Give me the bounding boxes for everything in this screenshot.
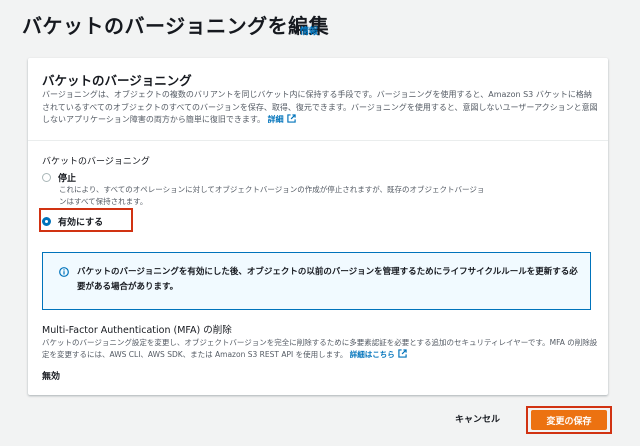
mfa-description: バケットのバージョニング設定を変更し、オブジェクトバージョンを完全に削除するため… [42, 337, 598, 361]
radio-option-suspend[interactable]: 停止 [42, 171, 76, 184]
radio-suspend-description: これにより、すべてのオペレーションに対してオブジェクトバージョンの作成が停止され… [59, 185, 485, 206]
alert-text: バケットのバージョニングを有効にした後、オブジェクトの以前のバージョンを管理する… [77, 267, 578, 292]
panel-title: バケットのバージョニング [42, 73, 192, 88]
info-alert: バケットのバージョニングを有効にした後、オブジェクトの以前のバージョンを管理する… [42, 252, 591, 310]
save-changes-button[interactable]: 変更の保存 [531, 410, 607, 430]
radio-enable-label[interactable]: 有効にする [58, 215, 103, 228]
mfa-title: Multi-Factor Authentication (MFA) の削除 [42, 325, 232, 336]
info-link[interactable]: 情報 [300, 24, 318, 37]
mfa-details-link[interactable]: 詳細はこちら [350, 350, 395, 359]
panel-description: バージョニングは、オブジェクトの複数のバリアントを同じバケット内に保持する手段で… [42, 89, 598, 127]
radio-suspend-label[interactable]: 停止 [58, 171, 76, 184]
versioning-group-label: バケットのバージョニング [42, 157, 150, 167]
panel-description-text: バージョニングは、オブジェクトの複数のバリアントを同じバケット内に保持する手段で… [42, 90, 598, 124]
external-link-icon[interactable] [398, 349, 407, 358]
radio-suspend[interactable] [42, 173, 51, 182]
versioning-panel: バケットのバージョニング バージョニングは、オブジェクトの複数のバリアントを同じ… [28, 58, 608, 395]
mfa-status-value: 無効 [42, 372, 61, 382]
external-link-icon[interactable] [286, 114, 296, 123]
radio-option-enable[interactable]: 有効にする [42, 215, 103, 228]
details-link[interactable]: 詳細 [268, 115, 284, 124]
radio-enable[interactable] [42, 217, 51, 226]
panel-header: バケットのバージョニング バージョニングは、オブジェクトの複数のバリアントを同じ… [28, 58, 608, 141]
mfa-description-text: バケットのバージョニング設定を変更し、オブジェクトバージョンを完全に削除するため… [42, 338, 598, 359]
cancel-button[interactable]: キャンセル [455, 412, 500, 425]
page-title: バケットのバージョニングを編集 [22, 14, 330, 38]
info-circle-icon [59, 267, 69, 277]
